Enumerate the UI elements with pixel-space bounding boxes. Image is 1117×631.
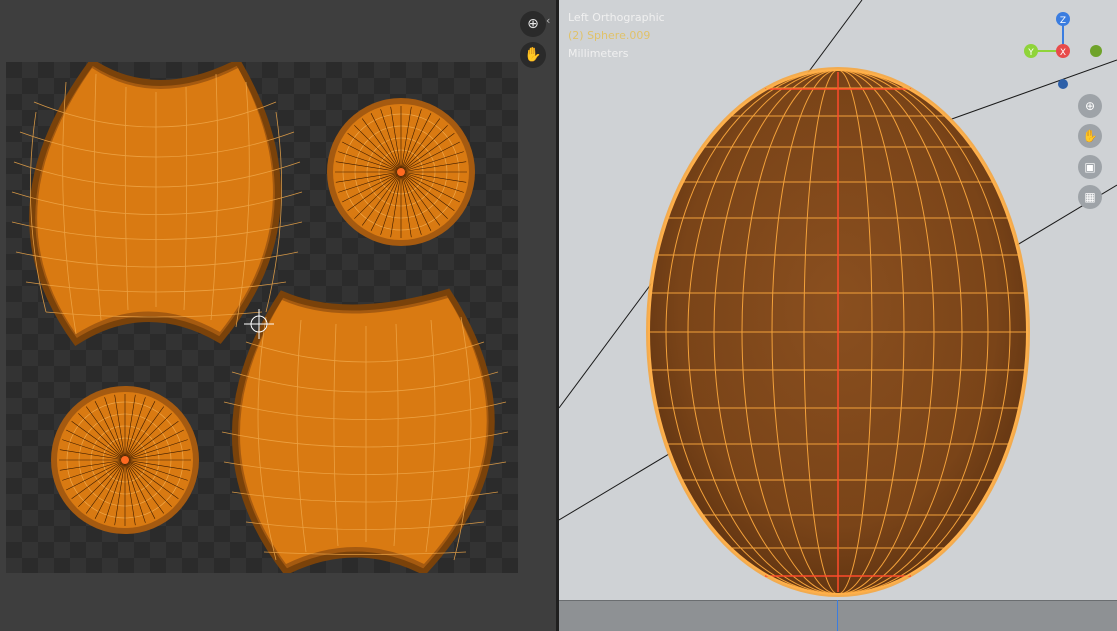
gizmo-neg-y-axis: [1090, 45, 1102, 57]
viewport-view-name: Left Orthographic: [568, 11, 665, 24]
viewport-object-label: (2) Sphere.009: [568, 29, 651, 42]
3d-viewport[interactable]: Z Y X Left Orthographic (2) Sphere.009 M…: [559, 0, 1117, 631]
viewport-scene[interactable]: Z Y X: [559, 0, 1117, 631]
uv-island-cap-bottom[interactable]: [51, 386, 199, 534]
grid-icon[interactable]: ▦: [1078, 185, 1102, 209]
gizmo-neg-z-axis: [1058, 79, 1068, 89]
camera-icon[interactable]: ▣: [1078, 155, 1102, 179]
uv-island-barrel-bottom[interactable]: [221, 288, 509, 573]
zoom-in-icon[interactable]: ⊕: [1078, 94, 1102, 118]
zoom-in-icon[interactable]: ⊕: [520, 11, 546, 37]
navigation-gizmo[interactable]: Z Y X: [1024, 12, 1102, 89]
uv-island-cap-top[interactable]: [327, 98, 475, 246]
uv-editor-panel[interactable]: ⊕ ✋ ‹: [0, 0, 556, 631]
viewport-units: Millimeters: [568, 47, 629, 60]
egg-mesh[interactable]: [639, 67, 1039, 597]
gizmo-z-label: Z: [1060, 16, 1066, 26]
uv-islands[interactable]: [6, 62, 518, 573]
hand-icon[interactable]: ✋: [1078, 124, 1102, 148]
z-axis-line: [837, 600, 838, 631]
hand-icon[interactable]: ✋: [520, 42, 546, 68]
uv-island-barrel-top[interactable]: [11, 62, 303, 347]
gizmo-y-label: Y: [1027, 48, 1034, 58]
gizmo-x-label: X: [1060, 48, 1066, 58]
chevron-left-icon[interactable]: ‹: [546, 14, 550, 27]
viewport-floor: [559, 600, 1117, 631]
